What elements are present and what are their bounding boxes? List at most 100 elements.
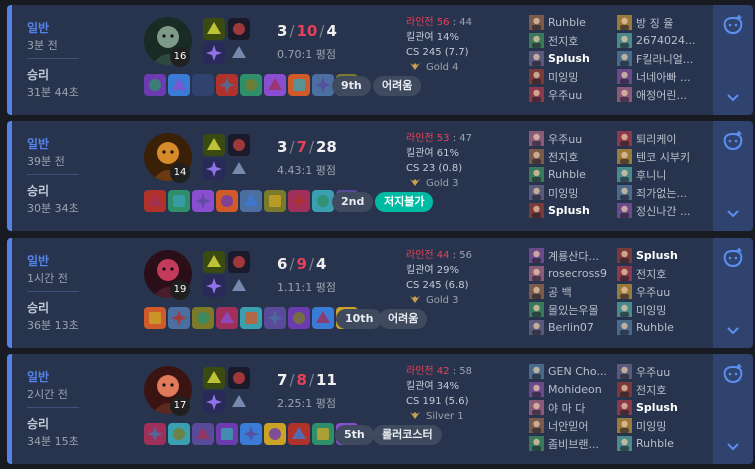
player-entry[interactable]: 우주uu bbox=[529, 86, 582, 103]
player-entry[interactable]: 전지호 bbox=[529, 148, 578, 165]
emoji-add-icon[interactable] bbox=[721, 129, 745, 151]
item-icon[interactable] bbox=[144, 190, 166, 212]
rune-icon[interactable] bbox=[228, 275, 250, 297]
summoner-spell-icon[interactable] bbox=[203, 42, 225, 64]
item-icon[interactable] bbox=[312, 74, 334, 96]
item-icon[interactable] bbox=[168, 423, 190, 445]
player-entry[interactable]: 전지호 bbox=[617, 265, 666, 282]
player-entry[interactable]: 너네아빠 ... bbox=[617, 68, 690, 85]
player-entry[interactable]: Ruhble bbox=[529, 166, 586, 183]
emoji-add-icon[interactable] bbox=[721, 362, 745, 384]
player-entry[interactable]: 텐코 시부키 bbox=[617, 148, 690, 165]
expand-panel[interactable] bbox=[713, 354, 753, 464]
item-icon[interactable] bbox=[168, 307, 190, 329]
player-entry[interactable]: 몰있는우몰 bbox=[529, 301, 599, 318]
item-icon[interactable] bbox=[240, 190, 262, 212]
player-entry[interactable]: 너안믿어 bbox=[529, 417, 588, 434]
player-entry[interactable]: 미잉밍 bbox=[529, 184, 578, 201]
item-icon[interactable] bbox=[216, 307, 238, 329]
player-entry[interactable]: 공 백 bbox=[529, 283, 572, 300]
player-entry[interactable]: 전지호 bbox=[617, 381, 666, 398]
rune-icon[interactable] bbox=[228, 251, 250, 273]
player-entry[interactable]: 정신나간 ... bbox=[617, 202, 690, 219]
summoner-spell-icon[interactable] bbox=[203, 251, 225, 273]
item-icon[interactable] bbox=[192, 423, 214, 445]
chevron-down-icon[interactable] bbox=[725, 322, 741, 335]
player-entry[interactable]: Splush bbox=[529, 202, 590, 219]
player-entry[interactable]: Splush bbox=[529, 50, 590, 67]
player-entry[interactable]: 방 징 율 bbox=[617, 14, 673, 31]
player-entry[interactable]: F킬라니얼... bbox=[617, 50, 693, 67]
player-entry[interactable]: 죄가없는... bbox=[617, 184, 687, 201]
item-icon[interactable] bbox=[168, 190, 190, 212]
item-icon[interactable] bbox=[288, 307, 310, 329]
player-entry[interactable]: Ruhble bbox=[617, 319, 674, 336]
expand-panel[interactable] bbox=[713, 121, 753, 231]
rune-icon[interactable] bbox=[228, 134, 250, 156]
summoner-spell-icon[interactable] bbox=[203, 367, 225, 389]
player-entry[interactable]: GEN Cho... bbox=[529, 363, 607, 380]
item-icon[interactable] bbox=[192, 307, 214, 329]
expand-panel[interactable] bbox=[713, 5, 753, 115]
player-entry[interactable]: rosecross9 bbox=[529, 265, 607, 282]
item-icon[interactable] bbox=[168, 74, 190, 96]
player-entry[interactable]: 퇴리케이 bbox=[617, 130, 676, 147]
player-entry[interactable]: 후니니 bbox=[617, 166, 666, 183]
item-icon[interactable] bbox=[240, 423, 262, 445]
expand-panel[interactable] bbox=[713, 238, 753, 348]
item-icon[interactable] bbox=[264, 74, 286, 96]
summoner-spell-icon[interactable] bbox=[203, 18, 225, 40]
player-entry[interactable]: 우주uu bbox=[529, 130, 582, 147]
player-entry[interactable]: Splush bbox=[617, 247, 678, 264]
player-entry[interactable]: Splush bbox=[617, 399, 678, 416]
match-card[interactable]: 일반 1시간 전 승리 36분 13초 19 6/9/4 1.11:1 평점 10th 어려움 라… bbox=[7, 238, 753, 348]
emoji-add-icon[interactable] bbox=[721, 246, 745, 268]
player-entry[interactable]: Ruhble bbox=[529, 14, 586, 31]
emoji-add-icon[interactable] bbox=[721, 13, 745, 35]
rune-icon[interactable] bbox=[228, 391, 250, 413]
player-entry[interactable]: 미잉밍 bbox=[617, 301, 666, 318]
summoner-spell-icon[interactable] bbox=[203, 391, 225, 413]
summoner-spell-icon[interactable] bbox=[203, 158, 225, 180]
rune-icon[interactable] bbox=[228, 18, 250, 40]
item-icon[interactable] bbox=[216, 74, 238, 96]
player-entry[interactable]: 애정어린... bbox=[617, 86, 687, 103]
chevron-down-icon[interactable] bbox=[725, 438, 741, 451]
player-entry[interactable]: Mohideon bbox=[529, 381, 602, 398]
item-icon[interactable] bbox=[240, 74, 262, 96]
item-icon[interactable] bbox=[192, 190, 214, 212]
item-icon[interactable] bbox=[264, 307, 286, 329]
summoner-spell-icon[interactable] bbox=[203, 275, 225, 297]
player-entry[interactable]: 전지호 bbox=[529, 32, 578, 49]
player-entry[interactable]: 우주uu bbox=[617, 363, 670, 380]
item-icon[interactable] bbox=[144, 423, 166, 445]
match-card[interactable]: 일반 39분 전 승리 30분 34초 14 3/7/28 4.43:1 평점 2nd 저지불가… bbox=[7, 121, 753, 231]
item-icon[interactable] bbox=[312, 423, 334, 445]
player-entry[interactable]: 미잉밍 bbox=[617, 417, 666, 434]
player-entry[interactable]: 좀비브랜... bbox=[529, 435, 599, 452]
item-icon[interactable] bbox=[216, 190, 238, 212]
item-icon[interactable] bbox=[264, 423, 286, 445]
chevron-down-icon[interactable] bbox=[725, 89, 741, 102]
item-icon[interactable] bbox=[312, 190, 334, 212]
summoner-spell-icon[interactable] bbox=[203, 134, 225, 156]
player-entry[interactable]: Berlin07 bbox=[529, 319, 594, 336]
item-icon[interactable] bbox=[216, 423, 238, 445]
player-entry[interactable]: 미잉밍 bbox=[529, 68, 578, 85]
empty-item-slot[interactable] bbox=[192, 74, 214, 96]
match-card[interactable]: 일반 2시간 전 승리 34분 15초 17 7/8/11 2.25:1 평점 5th 롤러코스… bbox=[7, 354, 753, 464]
player-entry[interactable]: 계룡산다... bbox=[529, 247, 599, 264]
item-icon[interactable] bbox=[288, 74, 310, 96]
player-entry[interactable]: Ruhble bbox=[617, 435, 674, 452]
item-icon[interactable] bbox=[264, 190, 286, 212]
item-icon[interactable] bbox=[240, 307, 262, 329]
chevron-down-icon[interactable] bbox=[725, 205, 741, 218]
rune-icon[interactable] bbox=[228, 367, 250, 389]
item-icon[interactable] bbox=[312, 307, 334, 329]
item-icon[interactable] bbox=[144, 74, 166, 96]
item-icon[interactable] bbox=[288, 423, 310, 445]
match-card[interactable]: 일반 3분 전 승리 31분 44초 16 3/10/4 0.70:1 평점 9th 어려움 라인… bbox=[7, 5, 753, 115]
item-icon[interactable] bbox=[288, 190, 310, 212]
player-entry[interactable]: 우주uu bbox=[617, 283, 670, 300]
player-entry[interactable]: 2674024... bbox=[617, 32, 695, 49]
